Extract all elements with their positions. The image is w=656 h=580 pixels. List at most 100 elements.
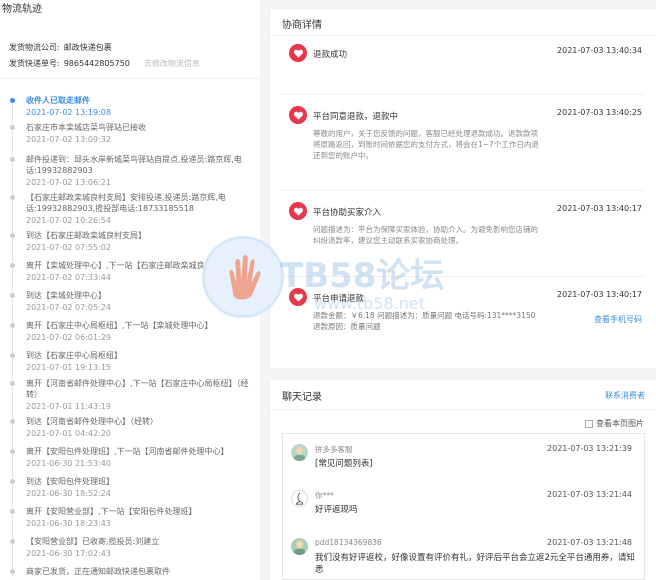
timeline-time: 2021-07-01 04:42:20 [26, 429, 111, 438]
sender-name: 你*** [315, 491, 334, 500]
contact-consumer-link[interactable]: 联系消费者 [605, 390, 645, 401]
chat-panel: 聊天记录 联系消费者 查看本页图片 拼多多客服 2021-07-03 13:21… [269, 380, 656, 580]
tracking-label: 发货快递单号: [9, 59, 60, 68]
message-time: 2021-07-03 13:21:48 [547, 538, 632, 547]
avatar [291, 538, 308, 555]
event-title: 平台申请退款 [313, 294, 365, 304]
timeline-text: 到达【栾城处理中心】 [26, 291, 106, 300]
timeline-dot [10, 419, 15, 424]
timeline-text: 【安阳营业部】已收寄,揽投员:刘建立 [26, 537, 160, 546]
event-body: 尊敬的用户，关于您反馈的问题，客服已经处理退款成功。退款款项将原路返回，到账时间… [313, 129, 539, 160]
pdd-heart-icon [289, 106, 307, 124]
event-time: 2021-07-03 13:40:17 [557, 290, 642, 299]
timeline-dot [10, 323, 15, 328]
timeline-time: 2021-07-02 10:26:54 [26, 216, 111, 225]
timeline-dot [10, 233, 15, 238]
chat-message-list[interactable]: 拼多多客服 2021-07-03 13:21:39 [常见问题列表] 你*** … [282, 433, 645, 580]
timeline-text: 到达【安阳包件处理班】 [26, 477, 114, 486]
divider [282, 276, 645, 277]
timeline-text: 石家庄市本栾城店菜鸟驿站已接收 [26, 123, 146, 132]
pdd-heart-icon [289, 202, 307, 220]
message-text: [常见问题列表] [315, 459, 373, 469]
chat-title: 聊天记录 [282, 392, 322, 403]
timeline-text: 到达【石家庄邮政栾城良村支局】 [26, 231, 146, 240]
timeline-time: 2021-07-02 13:19:08 [26, 108, 111, 117]
view-phone-link[interactable]: 查看手机号码 [594, 314, 642, 325]
event-time: 2021-07-03 13:40:17 [557, 204, 642, 213]
timeline-entry: 石家庄市本栾城店菜鸟驿站已接收 2021-07-02 13:09:32 [10, 122, 258, 145]
timeline-dot [10, 449, 15, 454]
timeline-entry: 离开【石家庄中心局枢纽】,下一站【栾城处理中心】 2021-07-02 06:01… [10, 320, 258, 343]
pdd-heart-icon [289, 288, 307, 306]
event-item: 平台申请退款 2021-07-03 13:40:17 退款金额：￥6.18 问题… [282, 288, 642, 348]
timeline-entry: 【石家庄邮政栾城良村支局】安排投递,投递员:路京辉,电话:19932882903… [10, 192, 258, 226]
timeline-text: 离开【石家庄中心局枢纽】,下一站【栾城处理中心】 [26, 321, 213, 330]
timeline-dot [10, 293, 15, 298]
event-title: 平台协助买家介入 [313, 208, 382, 218]
event-body: 问题描述为：平台为保障买家体验，协助介入。为避免影响您店铺的纠纷退款率，建议您主… [313, 225, 538, 245]
carrier-label: 发货物流公司: [9, 43, 60, 52]
timeline-entry: 商家已发货，正在通知邮政快递包裹取件 [10, 566, 258, 577]
event-item: 平台同意退款，退款中 2021-07-03 13:40:25 尊敬的用户，关于您… [282, 106, 642, 176]
timeline-text: 到达【河南省邮件处理中心】（经转） [26, 417, 158, 426]
timeline-entry: 【安阳营业部】已收寄,揽投员:刘建立 2021-06-30 17:02:43 [10, 536, 258, 559]
divider [0, 78, 260, 79]
timeline-entry: 收件人已取走邮件 2021-07-02 13:19:08 [10, 95, 258, 118]
timeline-text: 收件人已取走邮件 [26, 96, 90, 105]
tracking-row: 发货快递单号: 9865442805750 去修改物流信息 [9, 58, 200, 69]
show-images-toggle[interactable]: 查看本页图片 [585, 418, 644, 429]
event-time: 2021-07-03 13:40:25 [557, 108, 642, 117]
edit-logistics-link[interactable]: 去修改物流信息 [144, 59, 200, 68]
timeline-text: 到达【石家庄中心局枢纽】 [26, 351, 122, 360]
timeline-time: 2021-07-02 07:05:24 [26, 303, 111, 312]
sender-name: 拼多多客服 [315, 445, 353, 454]
timeline-time: 2021-06-30 18:23:43 [26, 519, 111, 528]
message-time: 2021-07-03 13:21:44 [547, 490, 632, 499]
tracking-number: 9865442805750 [63, 59, 130, 68]
timeline-time: 2021-06-30 17:02:43 [26, 549, 111, 558]
show-images-checkbox[interactable] [585, 419, 593, 428]
timeline-time: 2021-06-30 21:53:40 [26, 459, 111, 468]
avatar [291, 490, 308, 507]
timeline-dot [10, 353, 15, 358]
divider [282, 94, 645, 95]
timeline-entry: 离开【栾城处理中心】,下一站【石家庄邮政栾城良村支局】 2021-07-02 07… [10, 260, 258, 283]
timeline-text: 商家已发货，正在通知邮政快递包裹取件 [26, 567, 170, 576]
chat-message: 你*** 2021-07-03 13:21:44 好评返现吗 [283, 490, 644, 524]
event-title: 退款成功 [313, 50, 348, 60]
timeline-dot [10, 539, 15, 544]
timeline-text: 离开【安阳营业部】,下一站【安阳包件处理班】 [26, 507, 197, 516]
divider [282, 190, 645, 191]
event-body: 退款金额：￥6.18 问题描述为：质量问题 电话号码:131****3150 退… [313, 311, 536, 331]
timeline-dot [10, 157, 15, 162]
timeline-dot [10, 263, 15, 268]
negotiation-header: 协商详情 [270, 10, 656, 36]
timeline-dot [10, 509, 15, 514]
event-item: 退款成功 2021-07-03 13:40:34 [282, 44, 642, 74]
sender-name: pdd18134369836 [315, 538, 382, 547]
timeline-entry: 离开【安阳包件处理班】,下一站【河南省邮件处理中心】 2021-06-30 21:… [10, 446, 258, 469]
timeline-text: 离开【河南省邮件处理中心】,下一站【石家庄中心局枢纽】（经转） [26, 379, 249, 399]
show-images-label: 查看本页图片 [596, 419, 644, 428]
event-time: 2021-07-03 13:40:34 [557, 46, 642, 55]
chat-message: pdd18134369836 2021-07-03 13:21:48 我们没有好… [283, 538, 644, 579]
timeline-time: 2021-07-02 13:06:21 [26, 178, 111, 187]
timeline-time: 2021-07-01 11:43:19 [26, 402, 111, 411]
timeline-time: 2021-07-02 06:01:29 [26, 333, 111, 342]
logistics-panel: 物流轨迹 发货物流公司: 邮政快递包裹 发货快递单号: 9865442805750 去… [0, 0, 260, 580]
timeline-text: 【石家庄邮政栾城良村支局】安排投递,投递员:路京辉,电话:19932882903… [26, 193, 226, 213]
timeline-dot [10, 125, 15, 130]
event-title: 平台同意退款，退款中 [313, 112, 399, 122]
timeline-entry: 到达【河南省邮件处理中心】（经转） 2021-07-01 04:42:20 [10, 416, 258, 439]
timeline-entry: 到达【石家庄邮政栾城良村支局】 2021-07-02 07:55:02 [10, 230, 258, 253]
timeline-dot [10, 569, 15, 574]
timeline-text: 邮件投递到：邱头水岸新城菜鸟驿站自提点,投递员:路京辉,电话:199328829… [26, 155, 242, 175]
timeline-entry: 到达【石家庄中心局枢纽】 2021-07-01 19:13:15 [10, 350, 258, 373]
negotiation-panel: 协商详情 退款成功 2021-07-03 13:40:34 平台同意退款，退款中… [269, 10, 656, 368]
logistics-title: 物流轨迹 [2, 4, 42, 15]
message-text: 我们没有好评返校，好像设置有评价有礼，好评后平台会立返2元全平台通用券，请知悉 [315, 553, 635, 575]
timeline-entry: 到达【栾城处理中心】 2021-07-02 07:05:24 [10, 290, 258, 313]
timeline-dot [10, 98, 15, 103]
timeline-line [12, 97, 13, 577]
chat-header: 聊天记录 联系消费者 [270, 380, 656, 410]
